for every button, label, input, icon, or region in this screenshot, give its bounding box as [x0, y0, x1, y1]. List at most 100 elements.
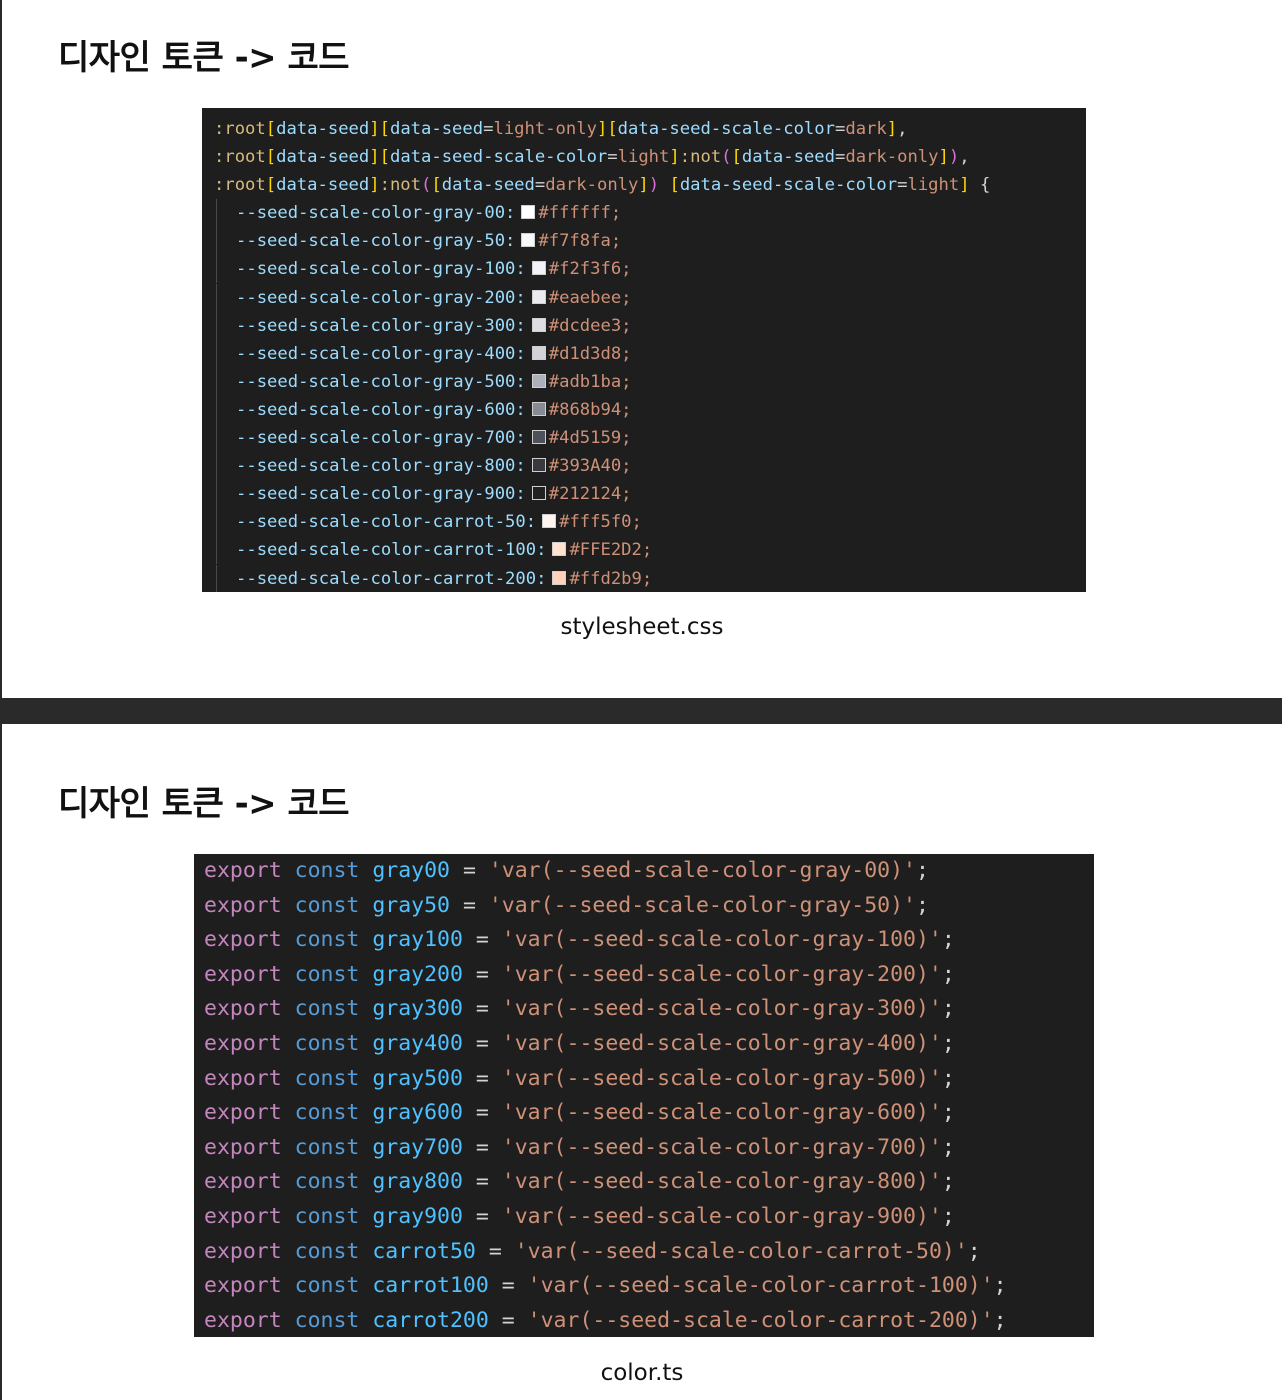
css-attr-name: data-seed	[276, 147, 370, 168]
css-property: --seed-scale-color-gray-600:	[236, 399, 526, 420]
ts-keyword-const: const	[294, 1203, 360, 1229]
indent-guide	[216, 199, 236, 228]
ts-keyword-export: export	[204, 1169, 282, 1195]
ts-string: 'var(--seed-scale-color-gray-800)'	[501, 1169, 942, 1195]
color-swatch[interactable]	[531, 261, 546, 276]
css-pseudo: :root	[214, 147, 266, 168]
color-swatch[interactable]	[552, 570, 567, 585]
css-property: --seed-scale-color-carrot-50:	[236, 512, 537, 533]
ts-identifier: gray00	[372, 858, 450, 883]
css-bracket: ]	[938, 147, 949, 168]
css-paren: (	[421, 175, 432, 196]
indent-guide	[216, 255, 236, 284]
css-property: --seed-scale-color-gray-50:	[236, 231, 516, 252]
ts-equals: =	[462, 858, 476, 883]
ts-equals: =	[475, 1134, 489, 1160]
css-declaration-line: --seed-scale-color-carrot-50: #fff5f0;	[214, 508, 1086, 537]
ts-string: 'var(--seed-scale-color-gray-200)'	[501, 961, 942, 987]
css-paren: (	[721, 147, 732, 168]
color-swatch[interactable]	[531, 430, 546, 445]
css-bracket: [	[431, 175, 442, 196]
color-swatch[interactable]	[521, 205, 536, 220]
ts-export-line: export const gray400 = 'var(--seed-scale…	[204, 1027, 1094, 1062]
css-bracket: ]	[369, 119, 380, 139]
ts-keyword-const: const	[294, 996, 360, 1022]
css-value: #f2f3f6;	[548, 259, 632, 280]
css-attr-name: data-seed	[389, 119, 484, 139]
ts-equals: =	[462, 892, 476, 918]
color-swatch[interactable]	[531, 289, 546, 304]
slide-title: 디자인 토큰 -> 코드	[58, 38, 350, 78]
ts-identifier: gray800	[372, 1169, 463, 1195]
ts-keyword-const: const	[294, 1134, 360, 1160]
css-bracket: [	[379, 119, 390, 139]
ts-string: 'var(--seed-scale-color-carrot-100)'	[527, 1273, 994, 1299]
css-value: #f7f8fa;	[538, 231, 622, 252]
ts-export-line: export const gray00 = 'var(--seed-scale-…	[204, 854, 1094, 889]
color-swatch[interactable]	[531, 401, 546, 416]
css-bracket: [	[669, 175, 680, 196]
ts-identifier: carrot50	[372, 1238, 476, 1264]
css-attr-name: data-seed	[741, 147, 836, 168]
css-paren: )	[948, 147, 960, 168]
ts-keyword-export: export	[204, 858, 282, 883]
ts-export-line: export const gray50 = 'var(--seed-scale-…	[204, 889, 1094, 924]
color-swatch[interactable]	[531, 373, 546, 388]
css-bracket: ]	[669, 147, 680, 168]
css-bracket: ]	[638, 175, 649, 196]
color-swatch[interactable]	[531, 317, 546, 332]
css-pseudo: :root	[214, 119, 266, 139]
ts-string: 'var(--seed-scale-color-gray-900)'	[501, 1203, 942, 1229]
css-declaration-line: --seed-scale-color-carrot-100: #FFE2D2;	[214, 536, 1086, 565]
ts-string: 'var(--seed-scale-color-gray-700)'	[501, 1134, 942, 1160]
ts-semicolon: ;	[941, 996, 955, 1022]
indent-guide	[216, 311, 236, 340]
ts-semicolon: ;	[941, 1134, 955, 1160]
ts-identifier: gray50	[372, 892, 450, 918]
ts-keyword-export: export	[204, 1134, 282, 1160]
color-swatch[interactable]	[521, 233, 536, 248]
css-value: #212124;	[548, 484, 632, 505]
indent-guide	[216, 395, 236, 424]
ts-equals: =	[475, 1065, 489, 1091]
css-value: #ffd2b9;	[569, 568, 653, 589]
ts-keyword-export: export	[204, 927, 282, 953]
slide-title: 디자인 토큰 -> 코드	[58, 784, 350, 824]
css-selector-line: :root[data-seed]:not([data-seed=dark-onl…	[214, 175, 991, 196]
css-pseudo: :not	[379, 175, 422, 196]
ts-semicolon: ;	[941, 927, 955, 953]
ts-string: 'var(--seed-scale-color-carrot-200)'	[527, 1307, 994, 1333]
css-property: --seed-scale-color-gray-100:	[236, 259, 526, 280]
ts-equals: =	[475, 1030, 489, 1056]
ts-identifier: gray500	[372, 1065, 463, 1091]
color-swatch[interactable]	[531, 345, 546, 360]
ts-keyword-export: export	[204, 1307, 282, 1333]
ts-semicolon: ;	[916, 858, 929, 883]
ts-identifier: carrot100	[372, 1273, 489, 1299]
ts-string: 'var(--seed-scale-color-carrot-50)'	[514, 1238, 968, 1264]
slide-color-ts: 디자인 토큰 -> 코드 export const gray00 = 'var(…	[0, 724, 1282, 1400]
css-value: #393A40;	[548, 456, 632, 477]
css-property: --seed-scale-color-gray-900:	[236, 484, 526, 505]
color-swatch[interactable]	[531, 486, 546, 501]
css-pseudo: :not	[679, 147, 722, 168]
css-declaration-line: --seed-scale-color-gray-100: #f2f3f6;	[214, 255, 1086, 284]
ts-equals: =	[501, 1307, 515, 1333]
css-bracket: ]	[596, 119, 608, 139]
ts-identifier: gray700	[372, 1134, 463, 1160]
ts-string: 'var(--seed-scale-color-gray-100)'	[501, 927, 942, 953]
css-value: #4d5159;	[548, 428, 632, 449]
css-declaration-line: --seed-scale-color-gray-400: #d1d3d8;	[214, 339, 1086, 368]
indent-guide	[216, 564, 236, 592]
color-swatch[interactable]	[552, 542, 567, 557]
ts-identifier: gray200	[372, 961, 463, 987]
css-bracket: ]	[886, 119, 898, 139]
ts-export-line: export const gray300 = 'var(--seed-scale…	[204, 992, 1094, 1027]
ts-keyword-const: const	[294, 1169, 360, 1195]
ts-export-line: export const gray800 = 'var(--seed-scale…	[204, 1165, 1094, 1200]
css-value: #868b94;	[548, 399, 632, 420]
css-property: --seed-scale-color-carrot-100:	[236, 540, 547, 561]
color-swatch[interactable]	[531, 458, 546, 473]
ts-equals: =	[488, 1238, 502, 1264]
color-swatch[interactable]	[542, 514, 557, 529]
